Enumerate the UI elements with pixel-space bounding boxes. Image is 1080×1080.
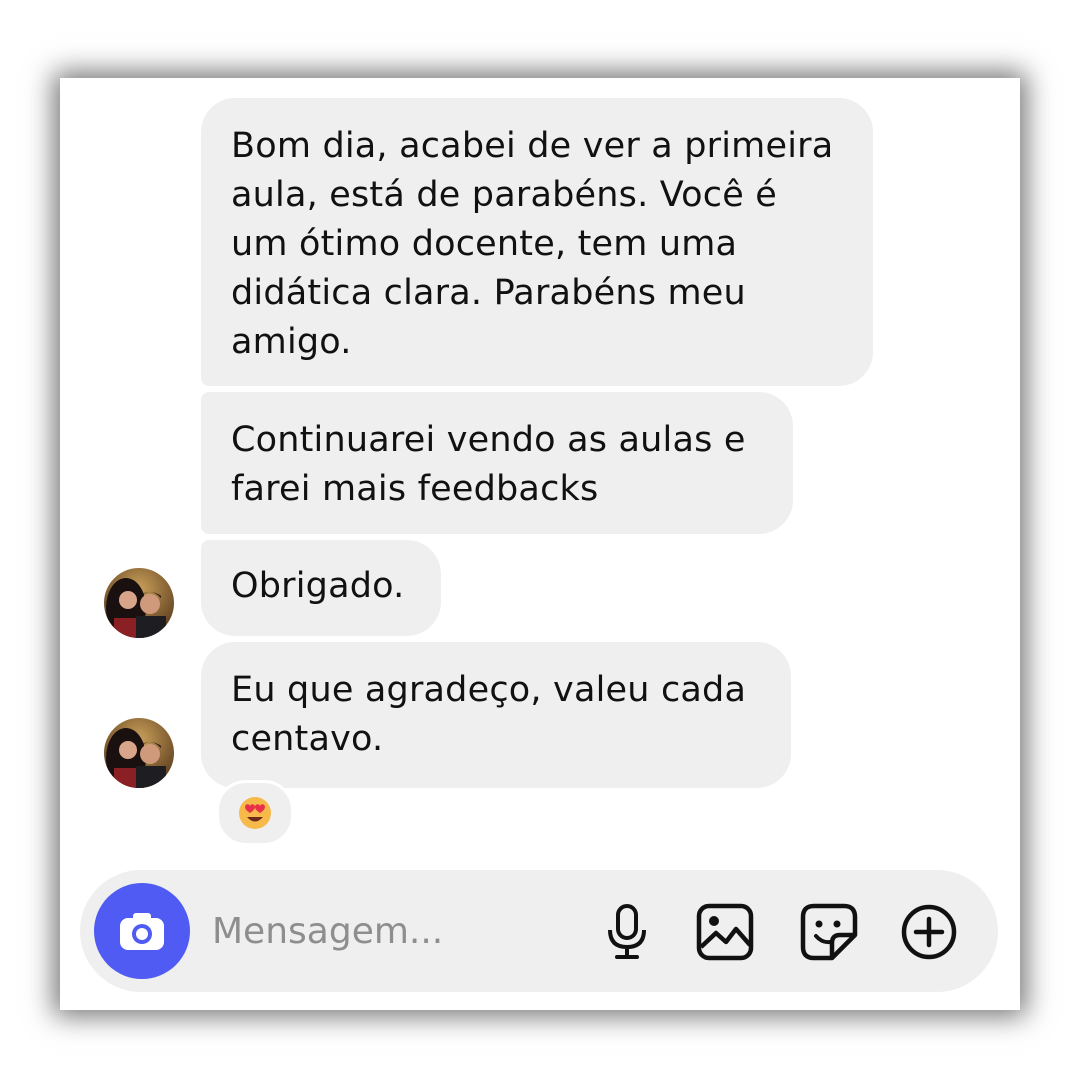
gallery-icon <box>696 903 754 961</box>
message-reaction[interactable] <box>216 780 294 846</box>
add-button[interactable] <box>900 903 958 961</box>
message-bubble[interactable]: Continuarei vendo as aulas e farei mais … <box>201 392 793 534</box>
avatar[interactable] <box>104 568 174 638</box>
message-bubble[interactable]: Eu que agradeço, valeu cada centavo. <box>201 642 791 788</box>
message-composer <box>80 870 998 992</box>
message-input[interactable] <box>210 900 574 962</box>
heart-eyes-icon <box>239 797 271 829</box>
camera-icon <box>120 913 164 950</box>
gallery-button[interactable] <box>696 903 754 961</box>
plus-icon <box>901 904 957 960</box>
microphone-button[interactable] <box>598 903 656 961</box>
camera-button[interactable] <box>94 883 190 979</box>
message-bubble[interactable]: Bom dia, acabei de ver a primeira aula, … <box>201 98 873 386</box>
microphone-icon <box>608 904 646 959</box>
avatar[interactable] <box>104 718 174 788</box>
sticker-icon <box>800 903 858 961</box>
sticker-button[interactable] <box>800 903 858 961</box>
chat-panel: Bom dia, acabei de ver a primeira aula, … <box>60 78 1020 1010</box>
message-bubble[interactable]: Obrigado. <box>201 540 441 636</box>
